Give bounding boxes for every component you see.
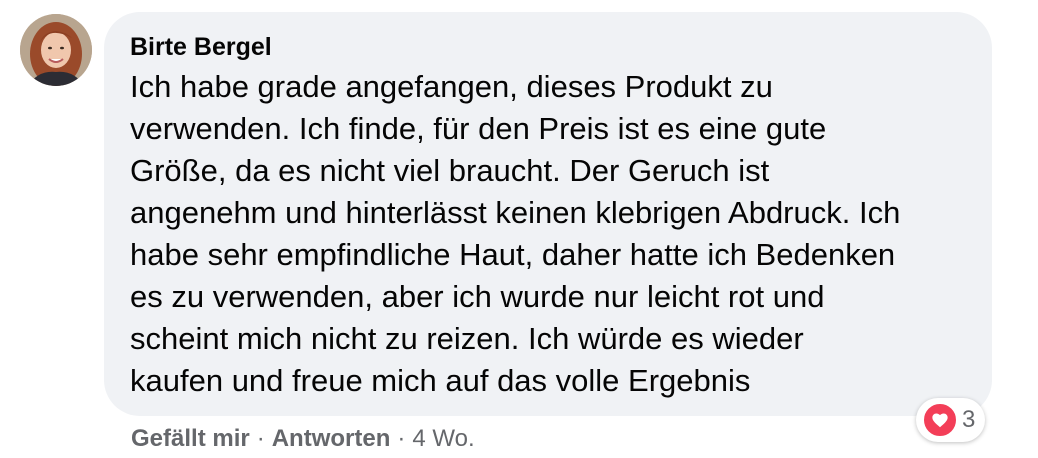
comment-text-line: Ich habe grade angefangen, dieses Produk… <box>130 69 773 104</box>
heart-icon <box>922 402 958 438</box>
like-button[interactable]: Gefällt mir <box>131 422 250 456</box>
comment-author[interactable]: Birte Bergel <box>130 30 966 66</box>
comment-text-line: kaufen und freue mich auf das volle Erge… <box>130 363 751 398</box>
separator: · <box>397 425 406 452</box>
reply-button[interactable]: Antworten <box>272 422 391 456</box>
avatar-photo <box>20 14 92 86</box>
reaction-summary[interactable]: 3 <box>916 398 986 442</box>
comment-bubble: Birte Bergel Ich habe grade angefangen, … <box>104 12 992 416</box>
reaction-count: 3 <box>962 406 976 433</box>
timestamp[interactable]: 4 Wo. <box>412 422 474 456</box>
comment-text-line: es zu verwenden, aber ich wurde nur leic… <box>130 279 825 314</box>
avatar[interactable] <box>20 14 92 86</box>
comment-container: Birte Bergel Ich habe grade angefangen, … <box>0 0 1038 458</box>
comment-text-line: scheint mich nicht zu reizen. Ich würde … <box>130 321 804 356</box>
comment-text: Ich habe grade angefangen, dieses Produk… <box>130 66 970 402</box>
comment-text-line: habe sehr empfindliche Haut, daher hatte… <box>130 237 896 272</box>
comment-text-line: Größe, da es nicht viel braucht. Der Ger… <box>130 153 770 188</box>
separator: · <box>256 425 265 452</box>
comment-text-line: angenehm und hinterlässt keinen klebrige… <box>130 195 901 230</box>
comment-text-line: verwenden. Ich finde, für den Preis ist … <box>130 111 827 146</box>
comment-actions: Gefällt mir · Antworten · 4 Wo. <box>131 422 475 456</box>
